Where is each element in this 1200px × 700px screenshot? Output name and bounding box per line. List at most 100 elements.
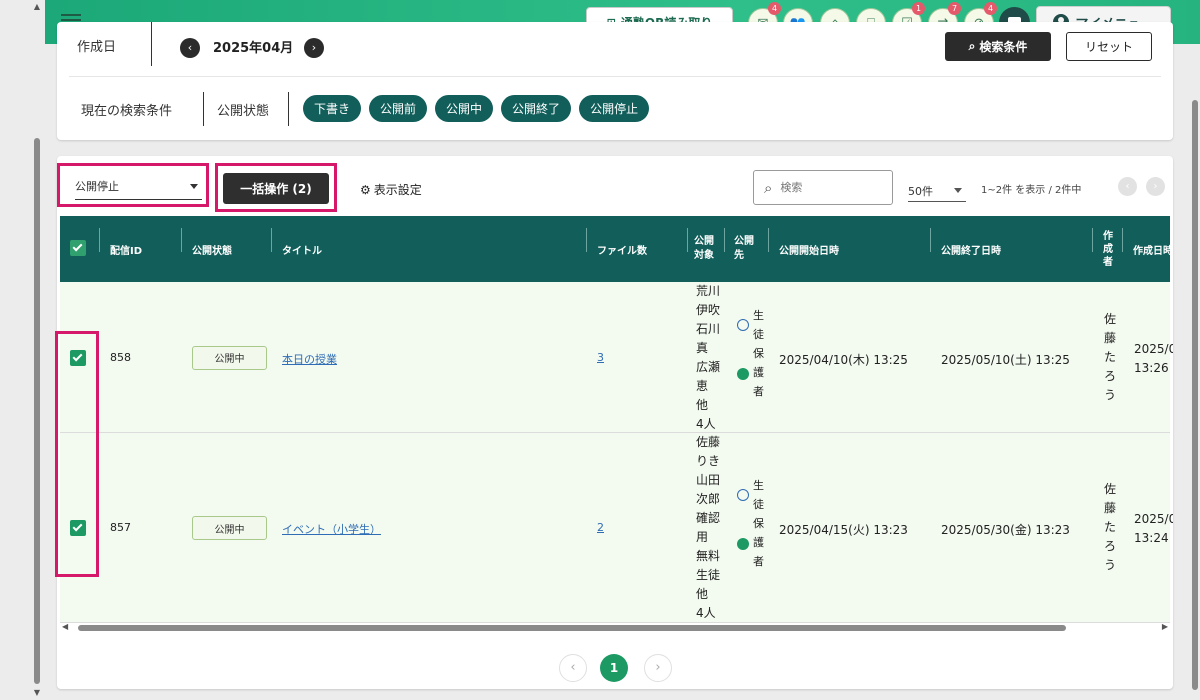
title-link[interactable]: イベント（小学生） — [282, 521, 381, 537]
author-char: う — [1104, 558, 1117, 572]
delivery-id: 858 — [110, 350, 131, 364]
col-start[interactable]: 公開開始日時 — [779, 216, 839, 282]
author-char: た — [1104, 520, 1117, 534]
per-page-select[interactable]: 50件 — [908, 180, 966, 202]
horizontal-scrollbar[interactable]: ◀ ▶ — [62, 622, 1168, 634]
status-badge: 公開中 — [192, 345, 267, 370]
audience-char: 護 — [753, 536, 764, 549]
col-end[interactable]: 公開終了日時 — [941, 216, 1001, 282]
target-line: 伊吹 — [696, 302, 721, 317]
status-chips: 下書き 公開前 公開中 公開終了 公開停止 — [303, 95, 650, 122]
bulk-action-value: 公開停止 — [75, 180, 119, 193]
scroll-right-arrow-icon[interactable]: ▶ — [1162, 622, 1168, 631]
col-status[interactable]: 公開状態 — [192, 216, 232, 282]
author-name: 佐藤たろう — [1104, 480, 1118, 575]
window-scrollbar[interactable]: ▲ ▼ — [32, 0, 42, 700]
next-page-icon[interactable]: › — [1146, 177, 1165, 196]
target-line: 他 — [696, 587, 709, 601]
audience-char: 生 — [753, 479, 764, 492]
student-face-icon — [737, 318, 749, 331]
audience-char: 保 — [753, 517, 764, 530]
prev-page-icon[interactable]: ‹ — [1118, 177, 1137, 196]
author-char: ろ — [1104, 368, 1117, 383]
row-checkbox[interactable] — [70, 349, 86, 366]
col-id[interactable]: 配信ID — [110, 216, 142, 282]
chip-suspended[interactable]: 公開停止 — [579, 95, 650, 122]
page-scrollbar[interactable] — [1190, 0, 1200, 700]
table-search-field[interactable]: ⌕ — [753, 170, 893, 205]
col-title[interactable]: タイトル — [282, 216, 322, 282]
per-page-value: 50件 — [908, 185, 933, 198]
notification-badge: 1 — [912, 2, 925, 15]
search-conditions-button[interactable]: ⌕ 検索条件 — [945, 32, 1051, 61]
delivery-table-card: 公開停止 一括操作 (2) ⚙ 表示設定 ⌕ 50件 1~2件 を表示 / 2件… — [57, 156, 1173, 689]
col-files[interactable]: ファイル数 — [597, 216, 647, 282]
scroll-down-arrow-icon[interactable]: ▼ — [32, 688, 42, 697]
target-line: 広瀬 — [696, 359, 721, 374]
target-line: 無料 — [696, 549, 721, 563]
dropdown-caret-icon — [954, 188, 962, 193]
pagination-next-icon[interactable]: › — [644, 654, 672, 682]
scroll-up-arrow-icon[interactable]: ▲ — [32, 2, 42, 11]
display-settings-button[interactable]: ⚙ 表示設定 — [360, 181, 422, 198]
notification-badge: 7 — [948, 2, 961, 15]
col-target[interactable]: 公開対象 — [694, 216, 722, 282]
chip-ended[interactable]: 公開終了 — [501, 95, 572, 122]
created-at: 2025/0 13:26 — [1134, 340, 1173, 378]
audience-parent: 保護者 — [753, 344, 767, 401]
file-count-link[interactable]: 3 — [597, 351, 604, 364]
col-author[interactable]: 作成者 — [1103, 216, 1117, 282]
prev-month-icon[interactable]: ‹ — [180, 38, 200, 58]
chip-before-publish[interactable]: 公開前 — [369, 95, 428, 122]
audience-student: 生徒 — [753, 476, 767, 514]
target-line: 次郎 — [696, 492, 721, 506]
created-date: 2025/0 — [1134, 341, 1173, 356]
reset-button[interactable]: リセット — [1066, 32, 1152, 61]
status-badge: 公開中 — [192, 516, 267, 540]
dropdown-caret-icon — [190, 184, 198, 189]
target-line: 4人 — [696, 416, 716, 431]
title-link[interactable]: 本日の授業 — [282, 351, 337, 367]
status-filter-label: 公開状態 — [217, 104, 270, 119]
audience-parent: 保護者 — [753, 514, 767, 571]
audience-char: 保 — [753, 346, 764, 360]
date-label: 作成日 — [77, 40, 117, 55]
bulk-operation-button[interactable]: 一括操作 (2) — [223, 173, 329, 204]
next-month-icon[interactable]: › — [304, 38, 324, 58]
bulk-operation-label: 一括操作 (2) — [240, 182, 312, 196]
select-all-checkbox[interactable] — [70, 240, 86, 256]
col-audience[interactable]: 公開先 — [734, 216, 760, 282]
file-count-link[interactable]: 2 — [597, 521, 604, 534]
target-line: 恵 — [696, 378, 709, 393]
scrollbar-thumb[interactable] — [34, 138, 40, 684]
target-line: 山田 — [696, 473, 721, 487]
horizontal-scrollbar-thumb[interactable] — [78, 625, 1066, 631]
divider — [151, 22, 152, 66]
chip-draft[interactable]: 下書き — [303, 95, 362, 122]
author-char: う — [1104, 387, 1117, 402]
row-checkbox[interactable] — [70, 520, 86, 536]
audience-student: 生徒 — [753, 306, 767, 344]
page-1-button[interactable]: 1 — [600, 654, 628, 682]
parent-face-icon — [737, 367, 749, 380]
student-face-icon — [737, 489, 749, 501]
audience-char: 者 — [753, 384, 764, 398]
target-line: 4人 — [696, 606, 716, 620]
pagination-prev-icon[interactable]: ‹ — [559, 654, 587, 682]
page-scrollbar-thumb[interactable] — [1192, 100, 1198, 690]
bulk-action-select[interactable]: 公開停止 — [75, 172, 202, 200]
publish-start: 2025/04/10(木) 13:25 — [779, 352, 908, 367]
col-created[interactable]: 作成日時 — [1133, 216, 1173, 282]
result-range: 1~2件 を表示 / 2件中 — [981, 185, 1082, 196]
publish-end: 2025/05/30(金) 13:23 — [941, 523, 1070, 537]
divider — [203, 92, 204, 126]
search-icon: ⌕ — [764, 178, 773, 197]
target-line: 真 — [696, 340, 709, 355]
author-char: 佐 — [1104, 482, 1117, 496]
chip-published[interactable]: 公開中 — [435, 95, 494, 122]
scroll-left-arrow-icon[interactable]: ◀ — [62, 622, 68, 631]
target-line: 生徒 — [696, 568, 721, 582]
table-search-input[interactable] — [780, 181, 871, 194]
delivery-id: 857 — [110, 521, 131, 534]
pagination: ‹ 1 › — [57, 654, 1173, 684]
